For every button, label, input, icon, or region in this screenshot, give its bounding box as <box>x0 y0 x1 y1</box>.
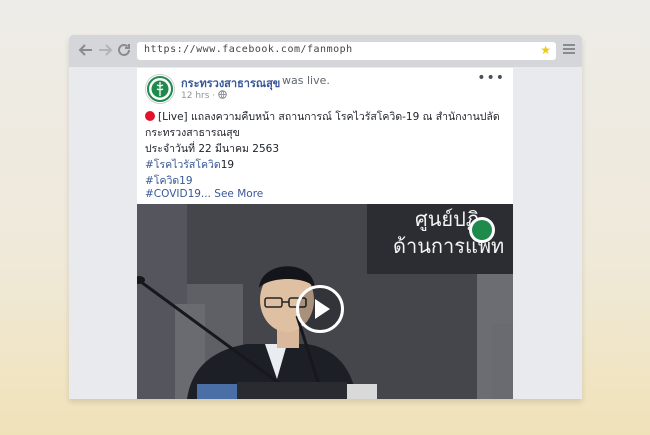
globe-icon <box>218 90 227 99</box>
hashtag-link[interactable]: #COVID19... <box>145 188 211 200</box>
forward-arrow-icon[interactable] <box>97 42 113 58</box>
play-icon <box>315 299 330 319</box>
post-text-line-3: ประจำวันที่ 22 มีนาคม 2563 <box>145 143 280 155</box>
hashtag-line-1: #โรคไวรัสโควิด19 <box>145 156 234 173</box>
browser-window: https://www.facebook.com/fanmoph ★ กระทร… <box>69 35 582 399</box>
browser-toolbar: https://www.facebook.com/fanmoph ★ <box>69 35 582 67</box>
bookmark-star-icon[interactable]: ★ <box>540 43 551 57</box>
post-text-line-1: [Live] แถลงความคืบหน้า สถานการณ์ โรคไวรั… <box>145 108 500 125</box>
hashtag-link[interactable]: #โควิด19 <box>145 175 193 187</box>
post-time[interactable]: 12 hrs <box>181 91 209 101</box>
hashtag-link[interactable]: #โรคไวรัสโควิด <box>145 159 221 171</box>
hashtag-line-2: #โควิด19 <box>145 172 193 189</box>
post-meta: 12 hrs · <box>181 90 227 101</box>
address-bar[interactable]: https://www.facebook.com/fanmoph ★ <box>137 42 556 60</box>
hashtag-line-3: #COVID19... See More <box>145 188 263 200</box>
live-video-player[interactable]: ศูนย์ปฏิ ด้านการแพท <box>137 204 513 399</box>
back-arrow-icon[interactable] <box>78 42 94 58</box>
live-prefix: [Live] <box>158 111 188 123</box>
see-more-link[interactable]: See More <box>214 188 263 200</box>
page-content: กระทรวงสาธารณสุข was live. 12 hrs · ••• … <box>69 67 582 399</box>
post-text-line-2: กระทรวงสาธารณสุข <box>145 127 240 139</box>
reload-icon[interactable] <box>116 42 132 58</box>
more-options-button[interactable]: ••• <box>477 70 505 86</box>
post-text-rest: แถลงความคืบหน้า สถานการณ์ โรคไวรัสโควิด-… <box>187 111 500 123</box>
play-button[interactable] <box>296 285 344 333</box>
url-text: https://www.facebook.com/fanmoph <box>144 44 353 55</box>
menu-icon[interactable] <box>563 44 575 56</box>
facebook-post: กระทรวงสาธารณสุข was live. 12 hrs · ••• … <box>137 68 513 399</box>
post-status: was live. <box>282 74 330 87</box>
hashtag-suffix: 19 <box>220 159 235 171</box>
live-dot-icon <box>145 111 155 121</box>
page-avatar[interactable] <box>145 74 175 104</box>
